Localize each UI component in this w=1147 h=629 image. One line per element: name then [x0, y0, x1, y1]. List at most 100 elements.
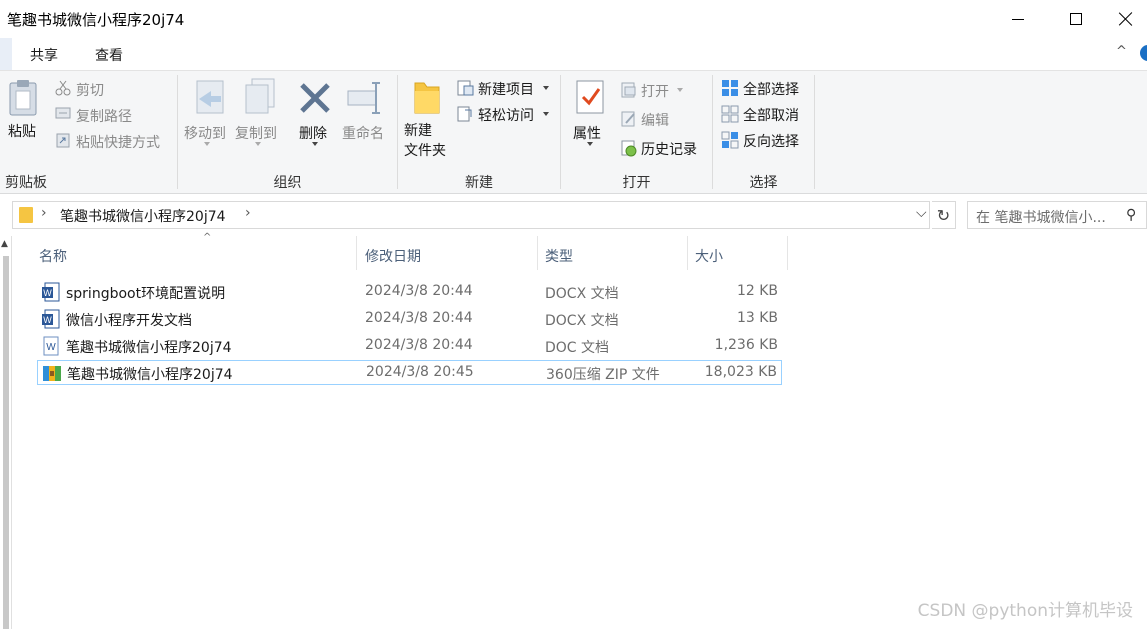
file-size: 12 KB: [736, 283, 778, 299]
minimize-button[interactable]: [989, 0, 1047, 38]
search-input[interactable]: 在 笔趣书城微信小... ⚲: [967, 201, 1147, 229]
group-label-select: 选择: [749, 175, 778, 191]
edit-icon: [621, 111, 635, 127]
file-type: 360压缩 ZIP 文件: [546, 367, 660, 383]
close-button[interactable]: [1105, 0, 1147, 38]
column-header-name[interactable]: 名称 ^: [27, 232, 357, 270]
column-header-date[interactable]: 修改日期: [357, 236, 538, 270]
file-type: DOCX 文档: [545, 313, 619, 329]
column-header-name-label: 名称: [39, 249, 67, 265]
file-type: DOCX 文档: [545, 286, 619, 302]
history-button[interactable]: 历史记录: [641, 139, 697, 159]
address-history-dropdown-icon[interactable]: ⌵: [916, 205, 927, 221]
paste-button[interactable]: 粘贴: [8, 121, 36, 141]
move-to-dropdown-icon: [204, 142, 210, 146]
cut-button[interactable]: 剪切: [76, 80, 104, 100]
file-row[interactable]: W 笔趣书城微信小程序20j74 2024/3/8 20:44 DOC 文档 1…: [37, 334, 782, 359]
rename-button[interactable]: 重命名: [342, 123, 384, 143]
group-divider: [814, 75, 815, 189]
easy-access-dropdown-icon: [543, 112, 549, 116]
watermark: CSDN @python计算机毕设: [917, 601, 1133, 621]
file-name: springboot环境配置说明: [66, 286, 226, 302]
select-none-button[interactable]: 全部取消: [743, 105, 799, 125]
navigation-scrollbar-thumb[interactable]: [3, 256, 9, 629]
delete-dropdown-icon: [312, 142, 318, 146]
invert-selection-icon: [721, 131, 739, 149]
title-bar: 笔趣书城微信小程序20j74: [0, 0, 1147, 38]
copy-to-button[interactable]: 复制到: [235, 123, 277, 143]
breadcrumb-current-folder[interactable]: 笔趣书城微信小程序20j74: [60, 206, 226, 226]
svg-text:W: W: [43, 288, 52, 298]
easy-access-button[interactable]: 轻松访问: [478, 105, 534, 125]
refresh-icon: ↻: [936, 205, 951, 225]
new-item-icon: [457, 80, 474, 96]
file-name: 笔趣书城微信小程序20j74: [67, 367, 233, 383]
copy-to-icon: [245, 78, 275, 114]
word-docx-icon: W: [42, 309, 60, 329]
ribbon-collapse-icon[interactable]: ^: [1116, 44, 1127, 59]
tab-share[interactable]: 共享: [30, 45, 58, 65]
delete-button[interactable]: 删除: [299, 123, 327, 143]
chevron-right-icon[interactable]: ›: [41, 205, 47, 221]
refresh-button[interactable]: ↻: [932, 201, 956, 229]
file-date: 2024/3/8 20:44: [365, 310, 473, 326]
invert-selection-button[interactable]: 反向选择: [743, 131, 799, 151]
svg-text:W: W: [43, 315, 52, 325]
select-none-icon: [721, 105, 739, 123]
scissors-icon: [55, 80, 71, 96]
properties-button[interactable]: 属性: [573, 123, 601, 143]
edit-button[interactable]: 编辑: [641, 110, 669, 130]
explorer-window: 笔趣书城微信小程序20j74 共享 查看 ^ 粘贴 剪切 复制路径 粘贴快捷方式…: [0, 0, 1147, 629]
new-item-button[interactable]: 新建项目: [478, 79, 534, 99]
properties-icon: [576, 80, 604, 114]
group-label-clipboard: 剪贴板: [5, 175, 47, 191]
file-list: 名称 ^ 修改日期 类型 大小 W springboot环境配置说明 2024/…: [13, 232, 1147, 629]
copy-path-button[interactable]: 复制路径: [76, 106, 132, 126]
file-name: 笔趣书城微信小程序20j74: [66, 340, 232, 356]
file-date: 2024/3/8 20:45: [366, 364, 474, 380]
select-all-button[interactable]: 全部选择: [743, 79, 799, 99]
column-header-size[interactable]: 大小: [688, 236, 788, 270]
rename-icon: [347, 82, 380, 114]
new-folder-label-2[interactable]: 文件夹: [404, 141, 446, 161]
move-to-icon: [196, 80, 224, 114]
column-header-size-label: 大小: [695, 249, 723, 265]
move-to-button[interactable]: 移动到: [184, 123, 226, 143]
address-row: › 笔趣书城微信小程序20j74 › ⌵ ↻ 在 笔趣书城微信小... ⚲: [0, 194, 1147, 236]
ribbon-tabs: 共享 查看 ^: [0, 38, 1147, 70]
scroll-up-icon[interactable]: ▲: [1, 239, 8, 249]
word-docx-icon: W: [42, 282, 60, 302]
svg-text:W: W: [46, 342, 56, 353]
help-icon[interactable]: [1140, 45, 1147, 61]
address-bar[interactable]: › 笔趣书城微信小程序20j74 › ⌵: [12, 201, 930, 229]
file-row-selected[interactable]: 笔趣书城微信小程序20j74 2024/3/8 20:45 360压缩 ZIP …: [37, 360, 782, 385]
close-icon: [1119, 12, 1133, 26]
group-label-new: 新建: [465, 175, 493, 191]
zip-archive-icon: [43, 366, 61, 381]
folder-icon: [19, 207, 33, 223]
delete-icon: [300, 83, 330, 113]
file-row[interactable]: W 微信小程序开发文档 2024/3/8 20:44 DOCX 文档 13 KB: [37, 307, 782, 332]
history-icon: [621, 140, 637, 157]
new-folder-label-1[interactable]: 新建: [404, 121, 432, 141]
paste-shortcut-button[interactable]: 粘贴快捷方式: [76, 132, 160, 152]
paste-icon: [9, 80, 37, 116]
column-header-type-label: 类型: [545, 249, 573, 265]
column-header-type[interactable]: 类型: [538, 236, 688, 270]
new-item-dropdown-icon: [543, 86, 549, 90]
chevron-right-icon[interactable]: ›: [245, 205, 251, 221]
open-button[interactable]: 打开: [641, 81, 669, 101]
easy-access-icon: [457, 106, 472, 122]
tab-view[interactable]: 查看: [95, 45, 123, 65]
maximize-button[interactable]: [1047, 0, 1105, 38]
tab-file[interactable]: [0, 38, 12, 70]
copy-to-dropdown-icon: [255, 142, 261, 146]
open-icon: [621, 82, 636, 98]
ribbon: 粘贴 剪切 复制路径 粘贴快捷方式 剪贴板 移动到 复制到 删除 重命名 组织 …: [0, 70, 1147, 194]
new-folder-icon: [414, 82, 440, 114]
open-dropdown-icon: [677, 88, 683, 92]
group-label-organize: 组织: [273, 175, 302, 191]
file-name: 微信小程序开发文档: [66, 313, 192, 329]
file-row[interactable]: W springboot环境配置说明 2024/3/8 20:44 DOCX 文…: [37, 280, 782, 305]
copy-path-icon: [55, 107, 71, 119]
